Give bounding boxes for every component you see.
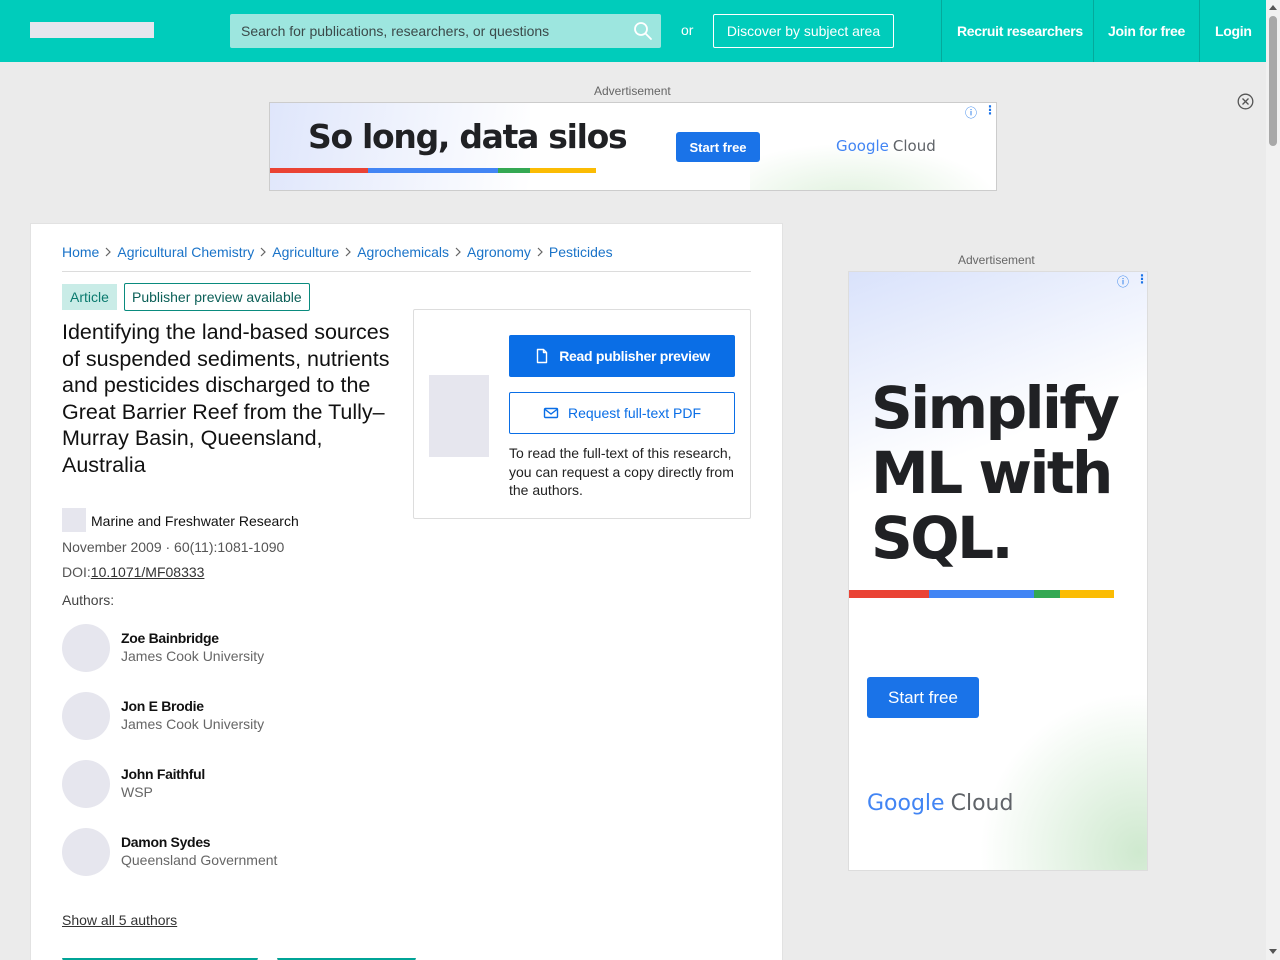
request-note: To read the full-text of this research, …	[509, 445, 734, 498]
avatar[interactable]	[62, 692, 110, 740]
read-publisher-preview-button[interactable]: Read publisher preview	[509, 335, 735, 377]
google-cloud-logo: Google Cloud	[836, 137, 936, 155]
sidebar-ad[interactable]: Simplify ML with SQL. Start free Google …	[848, 271, 1148, 871]
ad-menu-icon[interactable]: ⋮	[984, 103, 996, 117]
author-item[interactable]: Damon Sydes Queensland Government	[62, 828, 422, 878]
author-affiliation: James Cook University	[121, 716, 265, 732]
top-banner-ad[interactable]: So long, data silos Start free Google Cl…	[269, 102, 997, 191]
doi-link[interactable]: 10.1071/MF08333	[91, 564, 205, 580]
author-item[interactable]: Jon E Brodie James Cook University	[62, 692, 422, 742]
brand-product: Cloud	[950, 791, 1014, 816]
brand-name: Google	[867, 791, 945, 816]
discover-by-subject-button[interactable]: Discover by subject area	[713, 14, 894, 48]
request-pdf-label: Request full-text PDF	[567, 405, 702, 421]
article-title: Identifying the land-based sources of su…	[62, 320, 390, 477]
breadcrumb-pesticides[interactable]: Pesticides	[549, 244, 613, 260]
nav-divider	[941, 0, 942, 62]
google-cloud-logo: Google Cloud	[867, 791, 1013, 816]
doi-line: DOI:10.1071/MF08333	[62, 564, 204, 580]
ad-info-icon[interactable]: ⓘ	[1117, 273, 1129, 290]
author-item[interactable]: Zoe Bainbridge James Cook University	[62, 624, 422, 674]
login-link[interactable]: Login	[1215, 0, 1252, 62]
nav-divider	[1199, 0, 1200, 62]
ad-menu-icon[interactable]: ⋮	[1136, 272, 1147, 286]
top-navigation-bar: or Discover by subject area Recruit rese…	[0, 0, 1266, 62]
page-scrollbar[interactable]	[1266, 0, 1280, 960]
chevron-right-icon	[105, 247, 112, 257]
ad-start-free-button[interactable]: Start free	[676, 132, 760, 162]
authors-heading: Authors:	[62, 592, 115, 608]
search-box[interactable]	[230, 14, 661, 48]
or-separator: or	[681, 22, 694, 38]
publication-date: November 2009 · 60(11):1081-1090	[62, 539, 285, 555]
chevron-right-icon	[455, 247, 461, 257]
author-name[interactable]: John Faithful	[121, 766, 205, 782]
nav-divider	[1093, 0, 1094, 62]
article-card: Home Agricultural Chemistry Agriculture …	[30, 223, 783, 960]
author-name[interactable]: Zoe Bainbridge	[121, 630, 219, 646]
mail-icon	[543, 407, 559, 419]
avatar[interactable]	[62, 624, 110, 672]
full-text-actions-panel: Read publisher preview Request full-text…	[413, 309, 751, 519]
chevron-right-icon	[537, 247, 543, 257]
search-input[interactable]	[230, 14, 661, 48]
brand-product: Cloud	[892, 137, 936, 155]
doi-label: DOI:	[62, 564, 91, 580]
site-logo[interactable]	[30, 22, 154, 38]
ad-color-stripe	[849, 590, 1114, 598]
author-item[interactable]: John Faithful WSP	[62, 760, 422, 810]
breadcrumb-agrochemicals[interactable]: Agrochemicals	[357, 244, 449, 260]
author-name[interactable]: Jon E Brodie	[121, 698, 204, 714]
ad-headline: So long, data silos	[308, 117, 628, 156]
breadcrumb-agronomy[interactable]: Agronomy	[467, 244, 531, 260]
advertisement-label: Advertisement	[594, 84, 671, 98]
publisher-preview-badge: Publisher preview available	[124, 283, 310, 311]
chevron-right-icon	[260, 247, 267, 257]
ad-color-stripe	[270, 168, 596, 173]
ad-headline: Simplify ML with SQL.	[871, 374, 1120, 572]
breadcrumb-agriculture[interactable]: Agriculture	[272, 244, 339, 260]
ad-start-free-button[interactable]: Start free	[867, 677, 979, 718]
ad-info-icon[interactable]: ⓘ	[965, 104, 977, 121]
scroll-down-arrow-icon[interactable]	[1269, 949, 1277, 954]
avatar[interactable]	[62, 828, 110, 876]
publication-thumbnail	[429, 375, 489, 457]
close-ad-icon[interactable]	[1237, 93, 1254, 110]
journal-logo	[62, 508, 86, 532]
breadcrumb-agricultural-chemistry[interactable]: Agricultural Chemistry	[117, 244, 254, 260]
article-type-badge: Article	[62, 284, 117, 310]
author-affiliation: Queensland Government	[121, 852, 278, 868]
author-affiliation: WSP	[121, 784, 153, 800]
search-icon[interactable]	[633, 21, 653, 41]
advertisement-label: Advertisement	[958, 253, 1035, 267]
ad-background	[979, 692, 1147, 870]
chevron-right-icon	[345, 247, 352, 257]
brand-name: Google	[836, 137, 889, 155]
request-full-text-button[interactable]: Request full-text PDF	[509, 392, 735, 434]
read-preview-label: Read publisher preview	[559, 348, 710, 364]
author-affiliation: James Cook University	[121, 648, 265, 664]
breadcrumb-home[interactable]: Home	[62, 244, 99, 260]
avatar[interactable]	[62, 760, 110, 808]
author-name[interactable]: Damon Sydes	[121, 834, 211, 850]
divider	[62, 271, 751, 272]
scroll-up-arrow-icon[interactable]	[1269, 5, 1277, 10]
join-for-free-link[interactable]: Join for free	[1108, 0, 1185, 62]
scrollbar-thumb[interactable]	[1269, 16, 1277, 146]
breadcrumb: Home Agricultural Chemistry Agriculture …	[62, 244, 613, 260]
recruit-researchers-link[interactable]: Recruit researchers	[957, 0, 1083, 62]
document-icon	[537, 348, 548, 364]
journal-name-link[interactable]: Marine and Freshwater Research	[91, 513, 299, 529]
show-all-authors-link[interactable]: Show all 5 authors	[62, 912, 177, 928]
